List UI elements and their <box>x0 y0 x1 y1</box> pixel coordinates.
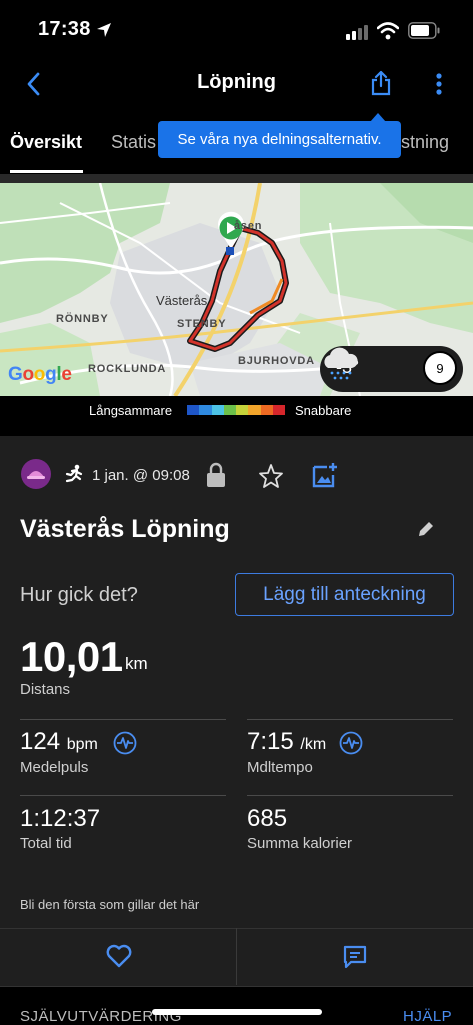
pace-color-scale <box>187 405 285 415</box>
back-button[interactable] <box>18 68 48 100</box>
share-tooltip[interactable]: Se våra nya delningsalternativ. <box>158 121 401 158</box>
avg-pace-stat: 7:15 /km <box>247 728 326 756</box>
map-label-bjurhovda: BJURHOVDA <box>238 355 315 367</box>
distance-unit: km <box>125 654 148 673</box>
avg-pace-label: Mdltempo <box>247 759 313 776</box>
pace-color-swatch <box>272 405 285 415</box>
pace-color-swatch <box>236 405 249 415</box>
divider <box>236 928 237 985</box>
cellular-signal-icon <box>346 25 368 40</box>
map-label-rocklunda: ROCKLUNDA <box>88 363 167 375</box>
privacy-lock-icon[interactable] <box>205 462 227 488</box>
share-button[interactable] <box>366 66 396 100</box>
more-options-button[interactable] <box>426 68 452 100</box>
route-map[interactable]: åsen RÖNNBY Västerås STENBY BJURHOVDA RO… <box>0 183 473 396</box>
home-indicator[interactable] <box>152 1009 322 1015</box>
map-label-stenby: STENBY <box>177 318 227 330</box>
add-photo-icon[interactable] <box>311 461 339 489</box>
wind-speed: 9 <box>436 360 444 376</box>
weather-widget[interactable]: -3° 9 <box>320 346 463 392</box>
add-note-button[interactable]: Lägg till anteckning <box>235 573 454 616</box>
wind-speed-indicator: 9 <box>423 351 457 385</box>
edit-pencil-icon[interactable] <box>414 517 438 541</box>
chevron-left-icon <box>27 72 40 96</box>
avg-pace-value: 7:15 <box>247 728 294 755</box>
help-link[interactable]: HJÄLP <box>403 1008 452 1025</box>
how-did-it-go-label: Hur gick det? <box>20 584 138 606</box>
wifi-icon <box>377 22 399 40</box>
calories-value: 685 <box>247 805 288 832</box>
activity-date: 1 jan. @ 09:08 <box>92 467 190 484</box>
section-divider <box>0 174 473 183</box>
avg-hr-stat: 124 bpm <box>20 728 98 756</box>
share-icon <box>371 70 391 96</box>
pace-color-swatch <box>211 405 224 415</box>
distance-label: Distans <box>20 681 71 698</box>
distance-value: 10,01 <box>20 633 123 680</box>
activity-card <box>0 436 473 928</box>
status-time: 17:38 <box>38 18 91 40</box>
legend-slow-label: Långsammare <box>89 403 173 418</box>
avg-hr-label: Medelpuls <box>20 759 89 776</box>
map-label-asen: åsen <box>234 220 263 232</box>
total-time-value: 1:12:37 <box>20 805 101 832</box>
map-label-vasteras: Västerås <box>156 293 208 308</box>
tab-statistics[interactable]: Statis <box>111 132 156 153</box>
divider <box>20 795 226 796</box>
pace-color-swatch <box>260 405 273 415</box>
snow-cloud-icon <box>324 347 358 380</box>
divider <box>247 795 453 796</box>
avg-pace-unit: /km <box>300 736 327 753</box>
avatar[interactable] <box>21 459 51 489</box>
avg-hr-value: 124 <box>20 728 61 755</box>
pace-color-swatch <box>248 405 261 415</box>
location-arrow-icon <box>97 23 111 37</box>
more-vertical-icon <box>436 73 442 95</box>
heart-rate-icon[interactable] <box>113 731 137 755</box>
divider <box>247 719 453 720</box>
pace-legend <box>0 396 473 436</box>
tab-overview[interactable]: Översikt <box>10 132 82 153</box>
divider <box>20 719 226 720</box>
legend-fast-label: Snabbare <box>295 403 352 418</box>
favorite-star-icon[interactable] <box>258 463 284 489</box>
pace-color-swatch <box>199 405 212 415</box>
calories-label: Summa kalorier <box>247 835 353 852</box>
like-heart-icon[interactable] <box>105 943 133 969</box>
total-time-label: Total tid <box>20 835 72 852</box>
comment-icon[interactable] <box>342 944 368 970</box>
pace-color-swatch <box>187 405 200 415</box>
pace-color-swatch <box>223 405 236 415</box>
likes-text: Bli den första som gillar det här <box>20 897 200 912</box>
running-icon <box>65 464 83 483</box>
page-title: Löpning <box>197 71 276 93</box>
pace-chart-icon[interactable] <box>339 731 363 755</box>
avatar-icon <box>27 471 45 479</box>
avg-hr-unit: bpm <box>66 736 98 753</box>
google-logo: Google <box>8 364 72 385</box>
active-tab-indicator <box>10 170 83 173</box>
map-label-ronnby: RÖNNBY <box>56 313 109 325</box>
battery-icon <box>408 22 440 39</box>
activity-name: Västerås Löpning <box>20 515 230 543</box>
